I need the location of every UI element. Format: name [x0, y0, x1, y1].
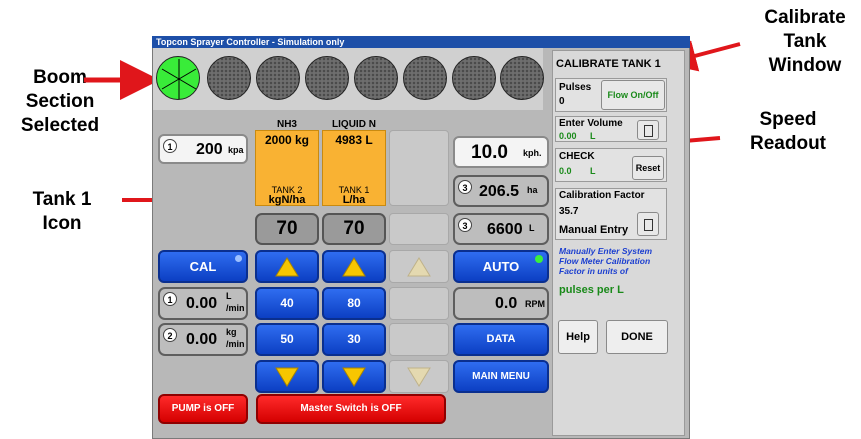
- pressure-value: 200: [196, 141, 223, 158]
- keypad-icon: [643, 219, 653, 231]
- data-button[interactable]: DATA: [453, 323, 549, 356]
- flow2-value: 0.00: [186, 331, 218, 348]
- info-text: Manually Enter System Flow Meter Calibra…: [559, 246, 653, 276]
- flow1-unit-bottom: /min: [226, 303, 245, 313]
- pump-button[interactable]: PUMP is OFF: [158, 394, 248, 424]
- check-value: 0.0: [559, 166, 572, 176]
- tank3-decrease-button: [389, 360, 449, 393]
- tank1-decrease-button[interactable]: [322, 360, 386, 393]
- rpm-unit: RPM: [525, 299, 545, 309]
- down-arrow-icon: [407, 367, 431, 387]
- done-button[interactable]: DONE: [606, 320, 668, 354]
- keypad-icon: [643, 125, 653, 137]
- enter-volume-unit: L: [590, 131, 596, 141]
- volume-index: 3: [458, 218, 472, 232]
- calibrate-title: CALIBRATE TANK 1: [556, 58, 661, 70]
- tank2-amount: 2000 kg: [264, 133, 310, 147]
- cal-indicator-icon: [235, 255, 242, 262]
- area-readout[interactable]: 3 206.5 ha: [453, 175, 549, 207]
- tank1-rate: 70: [322, 213, 386, 245]
- tank1-amount: 4983 L: [335, 133, 373, 147]
- area-value: 206.5: [479, 183, 520, 200]
- tank2-rate: 70: [255, 213, 319, 245]
- flow2-unit-bottom: /min: [226, 339, 245, 349]
- tank2-preset-1[interactable]: 40: [255, 287, 319, 320]
- tank1-increase-button[interactable]: [322, 250, 386, 283]
- auto-indicator-icon: [535, 255, 543, 263]
- flow1-readout[interactable]: 1 0.00 L /min: [158, 287, 248, 320]
- tank2-decrease-button[interactable]: [255, 360, 319, 393]
- flow2-index: 2: [163, 328, 177, 342]
- tank1-units: L/ha: [342, 194, 366, 206]
- rpm-value: 0.0: [495, 295, 518, 312]
- enter-volume-keypad-button[interactable]: [637, 120, 659, 140]
- down-arrow-icon: [342, 367, 366, 387]
- auto-button[interactable]: AUTO: [453, 250, 549, 283]
- window-title: Topcon Sprayer Controller - Simulation o…: [152, 36, 690, 48]
- speed-unit: kph.: [523, 148, 542, 158]
- tank1-header: LIQUID N: [332, 119, 376, 130]
- main-menu-button[interactable]: MAIN MENU: [453, 360, 549, 393]
- tank3-increase-button: [389, 250, 449, 283]
- rpm-readout[interactable]: 0.0 RPM: [453, 287, 549, 320]
- boom-cross-icon: [161, 59, 197, 99]
- tank3-icon: [389, 130, 449, 206]
- area-index: 3: [458, 180, 472, 194]
- speed-value: 10.0: [471, 142, 508, 163]
- boom-section-1[interactable]: [156, 56, 200, 100]
- boom-section-5[interactable]: [354, 56, 398, 100]
- cal-button[interactable]: CAL: [158, 250, 248, 283]
- flow2-unit-top: kg: [226, 327, 237, 337]
- up-arrow-icon: [407, 257, 431, 277]
- speed-readout[interactable]: 10.0 kph.: [453, 136, 549, 168]
- tank2-units: kgN/ha: [268, 194, 306, 206]
- reset-button[interactable]: Reset: [632, 156, 664, 180]
- pulses-label: Pulses: [559, 82, 592, 93]
- boom-section-2[interactable]: [207, 56, 251, 100]
- flow1-value: 0.00: [186, 295, 218, 312]
- tank2-increase-button[interactable]: [255, 250, 319, 283]
- tank1-icon[interactable]: 4983 L TANK 1 L/ha: [322, 130, 386, 206]
- enter-volume-label: Enter Volume: [559, 118, 623, 129]
- cal-factor-label: Calibration Factor: [559, 190, 645, 201]
- check-label: CHECK: [559, 151, 595, 162]
- pressure-index: 1: [163, 139, 177, 153]
- down-arrow-icon: [275, 367, 299, 387]
- tank1-preset-1[interactable]: 80: [322, 287, 386, 320]
- area-unit: ha: [527, 185, 538, 195]
- boom-section-4[interactable]: [305, 56, 349, 100]
- tank1-preset-2[interactable]: 30: [322, 323, 386, 356]
- tank3-preset-2: [389, 323, 449, 356]
- pressure-unit: kpa: [228, 145, 244, 155]
- volume-value: 6600: [487, 221, 523, 238]
- tank2-icon[interactable]: 2000 kg TANK 2 kgN/ha: [255, 130, 319, 206]
- tank3-preset-1: [389, 287, 449, 320]
- units-text: pulses per L: [559, 284, 624, 296]
- tank2-preset-2[interactable]: 50: [255, 323, 319, 356]
- boom-section-8[interactable]: [500, 56, 544, 100]
- pulses-value: 0: [559, 96, 565, 107]
- check-unit: L: [590, 166, 596, 176]
- flow1-index: 1: [163, 292, 177, 306]
- master-switch-button[interactable]: Master Switch is OFF: [256, 394, 446, 424]
- boom-section-7[interactable]: [452, 56, 496, 100]
- up-arrow-icon: [275, 257, 299, 277]
- boom-section-3[interactable]: [256, 56, 300, 100]
- manual-entry-label: Manual Entry: [559, 224, 629, 236]
- pressure-readout[interactable]: 1 200 kpa: [158, 134, 248, 164]
- flow1-unit-top: L: [226, 291, 232, 301]
- cal-factor-value: 35.7: [559, 206, 579, 217]
- up-arrow-icon: [342, 257, 366, 277]
- cal-factor-keypad-button[interactable]: [637, 212, 659, 236]
- boom-section-6[interactable]: [403, 56, 447, 100]
- flow-on-off-button[interactable]: Flow On/Off: [601, 80, 665, 110]
- flow2-readout[interactable]: 2 0.00 kg /min: [158, 323, 248, 356]
- enter-volume-value: 0.00: [559, 131, 577, 141]
- volume-unit: L: [529, 223, 535, 233]
- tank2-header: NH3: [276, 119, 297, 130]
- tank3-rate: [389, 213, 449, 245]
- volume-readout[interactable]: 3 6600 L: [453, 213, 549, 245]
- help-button[interactable]: Help: [558, 320, 598, 354]
